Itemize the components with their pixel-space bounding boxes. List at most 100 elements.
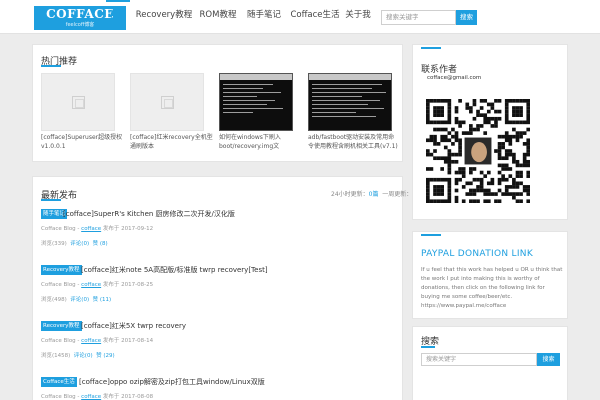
terminal-line <box>312 84 382 85</box>
terminal-titlebar <box>309 74 391 80</box>
post-title[interactable]: [cofface]红米note 5A高配版/标准版 twrp recovery[… <box>81 265 268 275</box>
title-topline <box>421 47 441 49</box>
post-comments[interactable]: 评论(0) <box>70 241 89 247</box>
terminal-titlebar <box>220 74 292 80</box>
hot-thumb-2[interactable] <box>130 73 204 131</box>
post-author[interactable]: cofface <box>81 226 101 232</box>
hot-thumb-1[interactable] <box>41 73 115 131</box>
hot-thumb-4[interactable] <box>308 73 392 131</box>
post-date: 2017-08-08 <box>121 394 154 400</box>
paypal-title[interactable]: PAYPAL DONATION LINK <box>421 249 533 259</box>
nav-item-rom[interactable]: ROM教程 <box>198 0 238 34</box>
post-category-tag[interactable]: Recovery教程 <box>41 321 82 331</box>
terminal-line <box>312 100 380 101</box>
week-label: 一周更新： <box>382 191 413 198</box>
nav-item-home[interactable]: 首页 <box>106 0 130 34</box>
contact-email[interactable]: cofface@gmail.com <box>427 75 481 81</box>
post-blog: Cofface Blog - <box>41 226 82 232</box>
post-title[interactable]: [cofface]oppo ozip解密及zip打包工具window/Linux… <box>79 377 265 387</box>
hot-caption-1[interactable]: [cofface]Superuser超级授权 v1.0.0.1 <box>41 133 125 151</box>
post-meta: Cofface Blog - cofface 发布于 2017-08-14 <box>41 336 153 344</box>
terminal-line <box>223 84 273 85</box>
title-underline <box>41 199 61 201</box>
post-date: 2017-08-14 <box>121 338 154 344</box>
post-stats: 浏览(498) 评论(0) 赞 (11) <box>41 295 111 303</box>
post-author[interactable]: cofface <box>81 394 101 400</box>
sidebar-search-input[interactable]: 搜索关键字 <box>421 353 537 366</box>
terminal-line <box>223 92 281 93</box>
latest-posts-panel: 最新发布 24小时更新：0篇 一周更新：0篇 随手笔记 [cofface]Sup… <box>32 176 422 400</box>
header-search-input[interactable]: 搜索关键字 <box>381 10 456 25</box>
terminal-line <box>223 100 275 101</box>
post-date: 2017-09-12 <box>121 226 154 232</box>
post-category-tag[interactable]: Cofface生活 <box>41 377 77 387</box>
qr-code-image <box>426 99 530 203</box>
title-underline <box>41 65 61 67</box>
post-date-label: 发布于 <box>101 226 122 232</box>
nav-item-life[interactable]: Cofface生活 <box>286 0 344 34</box>
post-blog: Cofface Blog - <box>41 282 82 288</box>
hot-recommend-panel: 热门推荐 [cofface]Superuser超级授权 v1.0.0.1 [co… <box>32 44 403 162</box>
terminal-line <box>223 108 283 109</box>
sidebar-search-button[interactable]: 搜索 <box>537 353 560 366</box>
hot-caption-2[interactable]: [cofface]红米recovery全机型通刷版本 <box>130 133 214 151</box>
nav-item-about[interactable]: 关于我 <box>342 0 374 34</box>
image-placeholder-icon <box>161 96 174 109</box>
hot-caption-3[interactable]: 如何在windows下刷入 boot/recovery.img文 <box>219 133 303 151</box>
post-comments[interactable]: 评论(0) <box>70 297 89 303</box>
hot-thumb-3[interactable] <box>219 73 293 131</box>
post-views: 浏览(1458) <box>41 353 71 359</box>
post-meta: Cofface Blog - cofface 发布于 2017-09-12 <box>41 224 153 232</box>
nav-item-recovery[interactable]: Recovery教程 <box>134 0 194 34</box>
post-date-label: 发布于 <box>101 338 122 344</box>
paypal-description: If u feel that this work has helped u OR… <box>421 267 563 309</box>
terminal-line <box>312 88 372 89</box>
terminal-line <box>223 88 263 89</box>
post-likes[interactable]: 赞 (8) <box>93 241 108 247</box>
header-search-button[interactable]: 搜索 <box>456 10 477 25</box>
post-title[interactable]: [cofface]SuperR's Kitchen 厨房修改二次开发/汉化版 <box>63 209 235 219</box>
post-likes[interactable]: 赞 (11) <box>93 297 112 303</box>
post-date-label: 发布于 <box>101 282 122 288</box>
contact-title: 联系作者 <box>421 65 458 75</box>
contact-panel: 联系作者 cofface@gmail.com <box>412 44 568 220</box>
nav-item-notes[interactable]: 随手笔记 <box>244 0 284 34</box>
search-panel: 搜索 搜索关键字 搜索 <box>412 326 568 400</box>
update-counts: 24小时更新：0篇 一周更新：0篇 <box>331 189 422 198</box>
top-navbar: COFFACE feelcoff博客 首页 Recovery教程 ROM教程 随… <box>0 0 600 34</box>
post-category-tag[interactable]: Recovery教程 <box>41 265 82 275</box>
terminal-line <box>223 104 267 105</box>
post-blog: Cofface Blog - <box>41 394 82 400</box>
post-meta: Cofface Blog - cofface 发布于 2017-08-08 <box>41 392 153 400</box>
post-title[interactable]: [cofface]红米5X twrp recovery <box>81 321 186 331</box>
terminal-line <box>312 96 362 97</box>
post-stats: 浏览(1458) 评论(0) 赞 (29) <box>41 351 115 359</box>
post-likes[interactable]: 赞 (29) <box>96 353 115 359</box>
post-blog: Cofface Blog - <box>41 338 82 344</box>
terminal-line <box>312 112 356 113</box>
post-author[interactable]: cofface <box>81 282 101 288</box>
terminal-line <box>312 116 376 117</box>
paypal-panel: PAYPAL DONATION LINK If u feel that this… <box>412 231 568 319</box>
sidebar-search: 搜索关键字 搜索 <box>421 353 560 366</box>
post-views: 浏览(339) <box>41 241 67 247</box>
terminal-line <box>312 104 368 105</box>
post-author[interactable]: cofface <box>81 338 101 344</box>
post-meta: Cofface Blog - cofface 发布于 2017-08-25 <box>41 280 153 288</box>
post-comments[interactable]: 评论(0) <box>74 353 93 359</box>
header-search: 搜索关键字 搜索 <box>381 10 477 25</box>
terminal-line <box>223 112 253 113</box>
terminal-line <box>312 92 386 93</box>
today-label: 24小时更新： <box>331 191 369 198</box>
title-topline <box>421 234 441 236</box>
post-stats: 浏览(339) 评论(0) 赞 (8) <box>41 239 108 247</box>
terminal-line <box>223 96 257 97</box>
terminal-line <box>312 108 384 109</box>
post-views: 浏览(498) <box>41 297 67 303</box>
hot-caption-4[interactable]: adb/fastboot驱动安装及常用命令使用教程含刷机相关工具(v7.1) <box>308 133 398 151</box>
post-date-label: 发布于 <box>101 394 122 400</box>
title-underline <box>421 346 435 348</box>
image-placeholder-icon <box>72 96 85 109</box>
post-date: 2017-08-25 <box>121 282 154 288</box>
today-count: 0篇 <box>368 191 379 198</box>
